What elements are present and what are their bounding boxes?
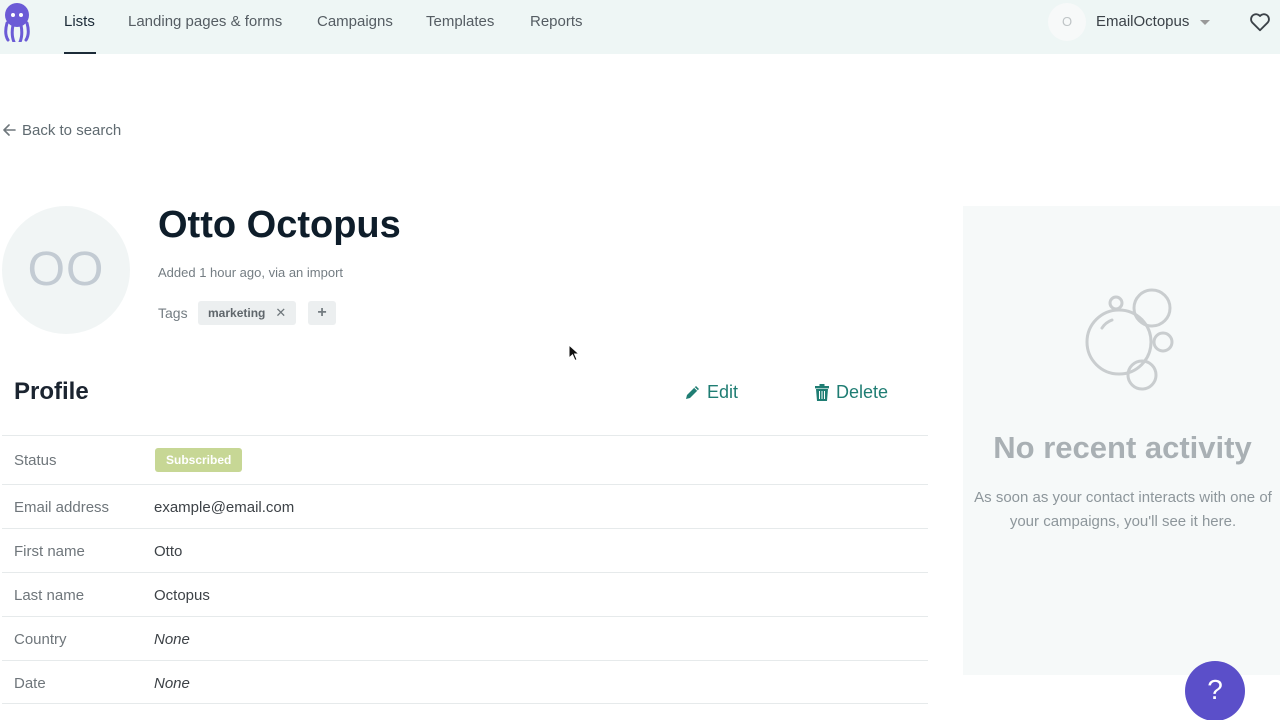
status-badge: Subscribed: [155, 448, 243, 472]
arrow-left-icon: [3, 124, 16, 136]
profile-heading: Profile: [14, 378, 89, 405]
back-to-search-link[interactable]: Back to search: [2, 120, 121, 140]
account-avatar[interactable]: O: [1048, 3, 1086, 41]
field-value: Octopus: [154, 587, 210, 604]
no-activity-title: No recent activity: [993, 430, 1252, 465]
field-label: Email address: [14, 499, 110, 516]
pencil-icon: [686, 386, 699, 399]
contact-added-text: Added 1 hour ago, via an import: [158, 265, 344, 280]
nav-landing-pages-forms[interactable]: Landing pages & forms: [128, 0, 282, 54]
chevron-down-icon[interactable]: [1200, 20, 1210, 25]
profile-row-status: Status: [2, 435, 928, 484]
profile-row-first-name: First name Otto: [2, 528, 928, 572]
remove-tag-icon[interactable]: ✕: [275, 305, 286, 321]
mouse-cursor-icon: [568, 344, 580, 362]
delete-label: Delete: [836, 382, 889, 402]
tags-label: Tags: [158, 305, 188, 321]
field-value: None: [154, 675, 190, 692]
edit-label: Edit: [707, 382, 739, 402]
profile-row-last-name: Last name Octopus: [2, 572, 928, 616]
delete-button[interactable]: Delete: [814, 382, 888, 403]
nav-lists[interactable]: Lists: [64, 0, 95, 54]
profile-row-date: Date None: [2, 660, 928, 704]
field-label: Country: [14, 631, 67, 648]
activity-panel: No recent activity As soon as your conta…: [963, 206, 1280, 675]
field-value: Otto: [154, 543, 183, 560]
field-label: Date: [14, 675, 46, 692]
field-label: First name: [14, 543, 85, 560]
octopus-logo-icon[interactable]: [2, 2, 32, 42]
field-label: Status: [14, 452, 57, 469]
nav-campaigns[interactable]: Campaigns: [317, 0, 393, 54]
bubbles-icon: [1085, 288, 1174, 391]
add-tag-button[interactable]: +: [308, 301, 336, 325]
contact-name: Otto Octopus: [158, 204, 401, 246]
trash-icon: [815, 383, 829, 401]
contact-avatar: OO: [2, 206, 130, 334]
help-button[interactable]: ?: [1185, 661, 1245, 720]
nav-templates[interactable]: Templates: [426, 0, 494, 54]
profile-row-email: Email address example@email.com: [2, 484, 928, 528]
edit-button[interactable]: Edit: [684, 382, 738, 403]
back-to-search-label: Back to search: [22, 121, 122, 139]
account-menu[interactable]: EmailOctopus: [1096, 0, 1189, 44]
field-label: Last name: [14, 587, 85, 604]
nav-reports[interactable]: Reports: [530, 0, 583, 54]
field-value: example@email.com: [154, 499, 295, 516]
top-nav: Lists Landing pages & forms Campaigns Te…: [0, 0, 1280, 54]
active-tab-indicator: [64, 52, 96, 54]
heart-icon[interactable]: [1249, 11, 1271, 33]
tag-label: marketing: [208, 306, 266, 320]
field-value: None: [154, 631, 190, 648]
profile-row-country: Country None: [2, 616, 928, 660]
tag-chip: marketing ✕: [198, 301, 297, 325]
no-activity-text: As soon as your contact interacts with o…: [974, 489, 1272, 530]
